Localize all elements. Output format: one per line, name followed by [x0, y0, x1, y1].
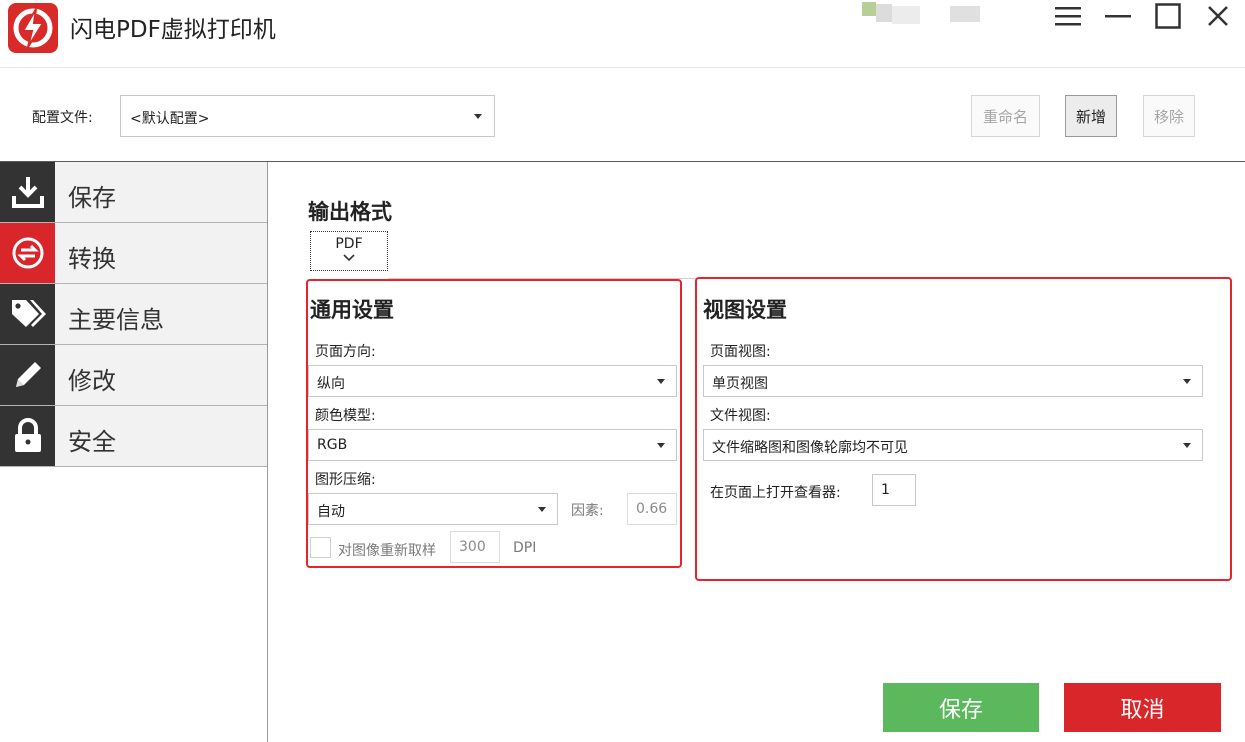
dpi-unit: DPI	[513, 540, 537, 556]
blurred-avatar	[862, 2, 876, 16]
general-settings-title: 通用设置	[310, 298, 394, 322]
factor-label: 因素:	[571, 503, 604, 519]
sidebar-item-label: 保存	[68, 184, 116, 212]
tags-icon	[0, 284, 55, 344]
sidebar-item-save[interactable]: 保存	[0, 162, 267, 223]
factor-input[interactable]: 0.66	[627, 493, 677, 525]
page-view-value: 单页视图	[712, 376, 768, 392]
pencil-icon	[0, 345, 55, 405]
chevron-down-icon	[1183, 379, 1191, 384]
sidebar-item-convert[interactable]: 转换	[0, 223, 267, 284]
config-file-label: 配置文件:	[32, 110, 93, 126]
new-button[interactable]: 新增	[1065, 95, 1117, 137]
config-file-select[interactable]: <默认配置>	[120, 95, 495, 137]
doc-view-select[interactable]: 文件缩略图和图像轮廓均不可见	[703, 429, 1203, 461]
download-icon	[0, 162, 55, 222]
sidebar-item-label: 修改	[68, 367, 116, 395]
blurred-avatar-part	[876, 4, 892, 22]
orientation-value: 纵向	[317, 376, 345, 392]
chevron-down-icon	[1183, 443, 1191, 448]
sidebar: 保存 转换 主要信息 修改 安全	[0, 162, 268, 742]
title-bar: 闪电PDF虚拟打印机	[0, 0, 1245, 68]
doc-view-label: 文件视图:	[710, 408, 771, 424]
tab-pdf-label: PDF	[335, 236, 363, 252]
orientation-label: 页面方向:	[315, 344, 376, 360]
chevron-down-icon	[657, 443, 665, 448]
app-title: 闪电PDF虚拟打印机	[70, 17, 276, 43]
color-model-label: 颜色模型:	[315, 408, 376, 424]
app-logo	[8, 3, 58, 53]
compression-value: 自动	[317, 504, 345, 520]
sidebar-item-label: 安全	[68, 428, 116, 456]
color-model-value: RGB	[317, 437, 348, 453]
chevron-down-icon	[538, 507, 546, 512]
remove-button[interactable]: 移除	[1143, 95, 1195, 137]
sidebar-item-edit[interactable]: 修改	[0, 345, 267, 406]
dpi-value: 300	[459, 539, 486, 555]
blurred-user-name	[950, 6, 980, 22]
tab-pdf[interactable]: PDF	[310, 231, 388, 271]
resample-checkbox[interactable]	[310, 537, 331, 558]
blurred-text	[892, 6, 920, 24]
lock-icon	[0, 406, 55, 466]
cancel-button[interactable]: 取消	[1064, 683, 1221, 732]
color-model-select[interactable]: RGB	[308, 429, 677, 461]
compression-select[interactable]: 自动	[308, 493, 558, 525]
page-view-select[interactable]: 单页视图	[703, 365, 1203, 397]
dpi-input[interactable]: 300	[450, 531, 500, 563]
minimize-icon[interactable]	[1098, 0, 1138, 32]
doc-view-value: 文件缩略图和图像轮廓均不可见	[712, 440, 908, 456]
save-button[interactable]: 保存	[883, 683, 1039, 732]
open-page-value: 1	[881, 482, 890, 498]
close-icon[interactable]	[1198, 0, 1238, 32]
sidebar-item-info[interactable]: 主要信息	[0, 284, 267, 345]
factor-value: 0.66	[636, 501, 668, 517]
rename-button[interactable]: 重命名	[971, 95, 1040, 137]
config-file-value: <默认配置>	[130, 111, 210, 127]
sidebar-item-label: 转换	[68, 245, 116, 273]
page-view-label: 页面视图:	[710, 344, 771, 360]
resample-label: 对图像重新取样	[338, 543, 436, 559]
maximize-icon[interactable]	[1148, 0, 1188, 32]
open-page-input[interactable]: 1	[872, 474, 916, 506]
output-format-title: 输出格式	[308, 200, 392, 224]
sidebar-item-security[interactable]: 安全	[0, 406, 267, 467]
menu-icon[interactable]	[1048, 0, 1088, 32]
sidebar-item-label: 主要信息	[68, 306, 164, 334]
compression-label: 图形压缩:	[315, 472, 376, 488]
chevron-down-icon	[343, 254, 355, 262]
view-settings-title: 视图设置	[703, 298, 787, 322]
open-page-label: 在页面上打开查看器:	[710, 485, 841, 501]
convert-icon	[0, 223, 55, 283]
chevron-down-icon	[474, 114, 482, 119]
chevron-down-icon	[657, 379, 665, 384]
orientation-select[interactable]: 纵向	[308, 365, 677, 397]
